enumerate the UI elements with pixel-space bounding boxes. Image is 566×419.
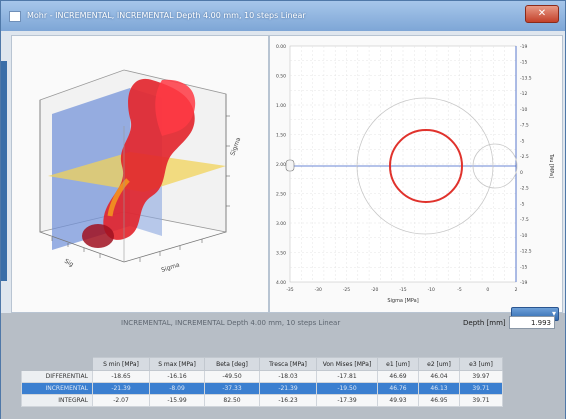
row-label: DIFFERENTIAL bbox=[21, 370, 93, 383]
table-cell: -21.39 bbox=[259, 382, 317, 395]
3d-axis-label-x: Sigma bbox=[160, 261, 180, 274]
right-tick-label: -19 bbox=[520, 44, 527, 50]
3d-plot[interactable]: Sigma Sigma Sig bbox=[12, 36, 268, 312]
table-cell: -18.03 bbox=[259, 370, 317, 383]
app-icon bbox=[9, 11, 21, 22]
right-tick-label: -2.5 bbox=[520, 186, 529, 192]
left-tick-label: 3.00 bbox=[276, 221, 286, 227]
row-label: INTEGRAL bbox=[21, 394, 93, 407]
table-row[interactable]: INTEGRAL -2.07 -15.99 82.50 -16.23 -17.39 49.9… bbox=[21, 394, 503, 407]
right-tick-label: 0 bbox=[520, 170, 523, 176]
left-tick-label: 1.50 bbox=[276, 133, 286, 139]
depth-field[interactable]: 1.993 bbox=[509, 316, 555, 329]
right-tick-label: -7.5 bbox=[520, 123, 529, 129]
right-tick-label: -13.5 bbox=[520, 75, 532, 81]
bottom-tick-label: -15 bbox=[399, 287, 406, 293]
depth-slider-handle[interactable] bbox=[285, 159, 295, 172]
left-tick-label: 2.00 bbox=[276, 162, 286, 168]
3d-axis-label-z: Sig bbox=[63, 258, 75, 269]
results-table: S min [MPa] S max [MPa] Beta [deg] Tresca [… bbox=[21, 357, 503, 407]
bottom-tick-label: -10 bbox=[428, 287, 435, 293]
right-tick-label: -2.5 bbox=[520, 154, 529, 160]
window-title: Mohr - INCREMENTAL, INCREMENTAL Depth 4.… bbox=[27, 11, 306, 20]
3d-view-panel[interactable]: Sigma Sigma Sig bbox=[11, 35, 269, 313]
column-header[interactable]: e3 [um] bbox=[459, 357, 503, 371]
table-cell: 39.97 bbox=[459, 370, 503, 383]
bottom-tick-label: -5 bbox=[457, 287, 462, 293]
right-tick-label: -15 bbox=[520, 60, 527, 66]
table-cell: 46.04 bbox=[418, 370, 460, 383]
right-tick-label: -10 bbox=[520, 233, 527, 239]
table-cell: -16.23 bbox=[259, 394, 317, 407]
column-header[interactable]: S max [MPa] bbox=[149, 357, 205, 371]
bottom-tick-label: -35 bbox=[286, 287, 293, 293]
table-cell: 46.76 bbox=[377, 382, 419, 395]
depth-label: Depth [mm] bbox=[463, 319, 506, 327]
bottom-tick-label: -20 bbox=[371, 287, 378, 293]
results-panel: ▾ INCREMENTAL, INCREMENTAL Depth 4.00 mm… bbox=[1, 307, 565, 419]
table-cell: 49.93 bbox=[377, 394, 419, 407]
right-tick-label: -12 bbox=[520, 91, 527, 97]
right-tick-label: -15 bbox=[520, 264, 527, 270]
left-tick-label: 1.00 bbox=[276, 103, 286, 109]
table-cell: -18.65 bbox=[92, 370, 150, 383]
bottom-tick-label: -30 bbox=[315, 287, 322, 293]
right-tick-label: -5 bbox=[520, 201, 525, 207]
table-cell: -17.81 bbox=[316, 370, 378, 383]
left-tick-label: 0.50 bbox=[276, 74, 286, 80]
mohr-plot-panel[interactable]: 0.00 0.50 1.00 1.50 2.00 2.50 3.00 3.50 4.00 -19… bbox=[269, 35, 563, 313]
table-cell: -16.16 bbox=[149, 370, 205, 383]
table-cell: -15.99 bbox=[149, 394, 205, 407]
table-cell: -8.09 bbox=[149, 382, 205, 395]
column-header[interactable]: Beta [deg] bbox=[204, 357, 260, 371]
bottom-axis-ticks: -35 -30 -25 -20 -15 -10 -5 0 2 bbox=[286, 287, 517, 293]
x-axis-label: Sigma [MPa] bbox=[387, 298, 418, 304]
right-tick-label: -7.5 bbox=[520, 217, 529, 223]
column-header[interactable]: S min [MPa] bbox=[92, 357, 150, 371]
left-tick-label: 4.00 bbox=[276, 280, 286, 286]
left-tick-label: 3.50 bbox=[276, 251, 286, 257]
right-tick-label: -10 bbox=[520, 107, 527, 113]
bottom-tick-label: 2 bbox=[515, 287, 518, 293]
table-cell: -17.39 bbox=[316, 394, 378, 407]
table-cell: -49.50 bbox=[204, 370, 260, 383]
column-header[interactable]: Tresca [MPa] bbox=[259, 357, 317, 371]
side-tab[interactable] bbox=[1, 61, 7, 281]
right-tick-label: -19 bbox=[520, 280, 527, 286]
column-header[interactable]: Von Mises [MPa] bbox=[316, 357, 378, 371]
table-cell: 39.71 bbox=[459, 394, 503, 407]
table-cell: 46.95 bbox=[418, 394, 460, 407]
close-button[interactable]: ✕ bbox=[525, 5, 559, 23]
table-cell: -37.33 bbox=[204, 382, 260, 395]
table-corner bbox=[22, 358, 93, 371]
bottom-tick-label: -25 bbox=[343, 287, 350, 293]
table-cell: -19.50 bbox=[316, 382, 378, 395]
table-row[interactable]: INCREMENTAL -21.39 -8.09 -37.33 -21.39 -19.50… bbox=[21, 382, 503, 395]
left-axis-ticks: 0.00 0.50 1.00 1.50 2.00 2.50 3.00 3.50 4.00 bbox=[276, 44, 286, 286]
3d-axis-label-y: Sigma bbox=[229, 136, 242, 156]
bottom-tick-label: 0 bbox=[486, 287, 489, 293]
results-title: INCREMENTAL, INCREMENTAL Depth 4.00 mm, … bbox=[121, 319, 341, 327]
table-cell: 46.13 bbox=[418, 382, 460, 395]
table-cell: -21.39 bbox=[92, 382, 150, 395]
title-bar[interactable]: Mohr - INCREMENTAL, INCREMENTAL Depth 4.… bbox=[1, 1, 565, 31]
left-tick-label: 2.50 bbox=[276, 192, 286, 198]
row-label: INCREMENTAL bbox=[21, 382, 93, 395]
right-tick-label: -5 bbox=[520, 138, 525, 144]
right-axis-ticks: -19 -15 -13.5 -12 -10 -7.5 -5 -2.5 0 -2.5 -5 -7.5 -1… bbox=[520, 44, 532, 286]
mohr-window: Mohr - INCREMENTAL, INCREMENTAL Depth 4.… bbox=[0, 0, 566, 419]
left-tick-label: 0.00 bbox=[276, 44, 286, 50]
y-axis-label: Tau [MPa] bbox=[548, 153, 554, 178]
table-cell: 46.69 bbox=[377, 370, 419, 383]
table-row[interactable]: DIFFERENTIAL -18.65 -16.16 -49.50 -18.03 -17.… bbox=[21, 370, 503, 383]
table-cell: -2.07 bbox=[92, 394, 150, 407]
column-header[interactable]: e2 [um] bbox=[418, 357, 460, 371]
mohr-plot[interactable]: 0.00 0.50 1.00 1.50 2.00 2.50 3.00 3.50 4.00 -19… bbox=[270, 36, 562, 312]
column-header[interactable]: e1 [um] bbox=[377, 357, 419, 371]
3d-red-bottom bbox=[82, 224, 114, 248]
right-tick-label: -12.5 bbox=[520, 249, 532, 255]
table-cell: 39.71 bbox=[459, 382, 503, 395]
table-cell: 82.50 bbox=[204, 394, 260, 407]
